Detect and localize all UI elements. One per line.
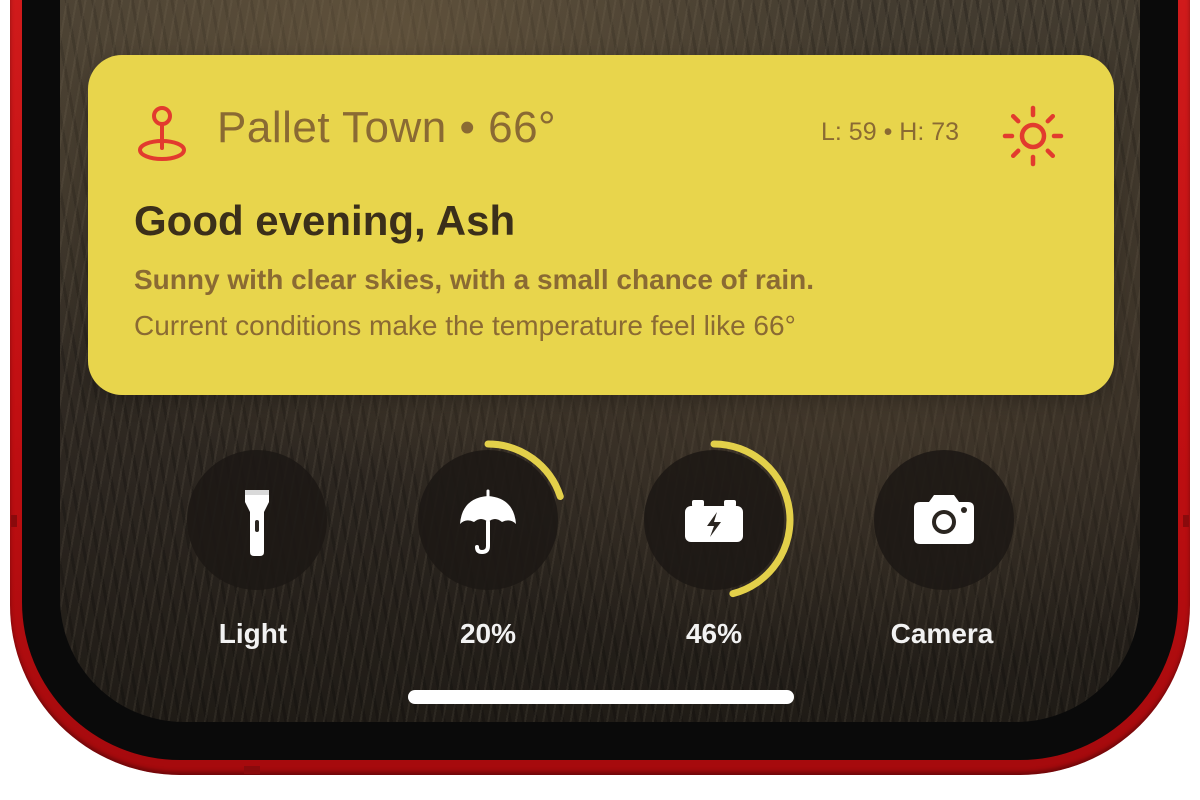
low-temperature: L: 59 — [821, 118, 877, 146]
flashlight-button[interactable] — [187, 450, 327, 590]
side-button-right — [1183, 515, 1189, 527]
battery-charging-icon — [685, 500, 743, 542]
location-separator: • — [459, 103, 476, 152]
current-temperature: 66° — [488, 103, 557, 152]
rain-chance-button[interactable] — [418, 450, 558, 590]
lock-screen: Pallet Town • 66° L: 59 • H: 73 Good eve… — [0, 0, 1200, 800]
flashlight-icon — [245, 490, 269, 556]
camera-label: Camera — [890, 618, 994, 649]
sun-icon — [1002, 105, 1064, 167]
greeting-text: Good evening, Ash — [134, 197, 516, 244]
camera-icon — [914, 495, 974, 544]
low-high-temperatures: L: 59 • H: 73 — [821, 118, 959, 147]
battery-label: 46% — [685, 618, 743, 649]
weather-detail: Current conditions make the temperature … — [134, 310, 796, 341]
high-temperature: H: 73 — [899, 118, 960, 146]
home-indicator[interactable] — [408, 690, 794, 704]
rain-chance-label: 20% — [459, 618, 517, 649]
flashlight-label: Light — [218, 618, 288, 649]
low-high-separator: • — [883, 118, 893, 146]
location-temperature: Pallet Town • 66° — [217, 103, 556, 153]
umbrella-icon — [460, 489, 516, 555]
map-pin-icon — [138, 106, 186, 161]
camera-button[interactable] — [874, 450, 1014, 590]
frame-seam — [244, 766, 260, 774]
battery-button[interactable] — [644, 450, 784, 590]
weather-summary: Sunny with clear skies, with a small cha… — [134, 264, 815, 295]
location-name: Pallet Town — [217, 103, 447, 152]
side-button-left — [11, 515, 17, 527]
